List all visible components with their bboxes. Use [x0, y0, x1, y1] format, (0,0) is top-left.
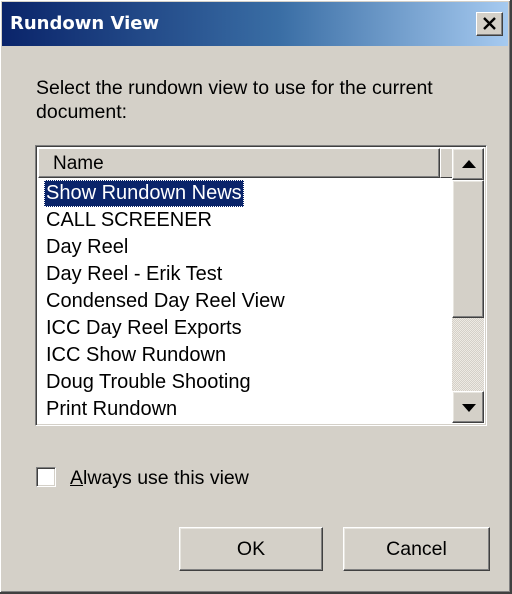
- list-rows: Show Rundown News CALL SCREENER Day Reel Da…: [38, 180, 452, 423]
- list-item[interactable]: ICC Day Reel Exports: [38, 315, 452, 342]
- close-x-icon: [483, 17, 496, 30]
- list-item-label: ICC Day Reel Exports: [46, 317, 242, 339]
- list-item-label: Print Rundown: [46, 398, 178, 420]
- column-header-filler: [440, 148, 452, 178]
- scroll-down-button[interactable]: [452, 391, 484, 423]
- instruction-text: Select the rundown view to use for the c…: [36, 77, 433, 123]
- rundown-view-list[interactable]: Name Show Rundown News CALL SCREENER Day R…: [35, 145, 487, 426]
- cancel-button[interactable]: Cancel: [343, 527, 490, 571]
- list-item-label: Show Rundown News: [44, 180, 244, 207]
- always-use-checkbox[interactable]: [36, 467, 56, 487]
- title-bar[interactable]: Rundown View: [2, 2, 508, 46]
- list-item[interactable]: Day Reel: [38, 234, 452, 261]
- triangle-down-icon: [462, 404, 476, 412]
- list-item-label: Day Reel: [46, 236, 129, 258]
- scroll-up-button[interactable]: [452, 148, 484, 180]
- rundown-view-dialog: Rundown View Select the rundown view to …: [0, 0, 512, 594]
- ok-button[interactable]: OK: [179, 527, 323, 571]
- list-content: Name Show Rundown News CALL SCREENER Day R…: [38, 148, 452, 423]
- list-item[interactable]: Doug Trouble Shooting: [38, 369, 452, 396]
- always-use-label[interactable]: Always use this view: [70, 466, 249, 490]
- list-item-label: CALL SCREENER: [46, 209, 212, 231]
- list-item[interactable]: Day Reel - Erik Test: [38, 261, 452, 288]
- column-header-name[interactable]: Name: [38, 148, 440, 178]
- list-item-label: Doug Trouble Shooting: [46, 371, 251, 393]
- list-item[interactable]: Condensed Day Reel View: [38, 288, 452, 315]
- list-item[interactable]: ICC Show Rundown: [38, 342, 452, 369]
- list-item-label: Day Reel - Erik Test: [46, 263, 223, 285]
- scroll-thumb[interactable]: [452, 180, 484, 318]
- vertical-scrollbar[interactable]: [452, 148, 484, 423]
- column-header-label: Name: [53, 153, 104, 174]
- list-item-label: Condensed Day Reel View: [46, 290, 285, 312]
- list-item-label: ICC Show Rundown: [46, 344, 227, 366]
- triangle-up-icon: [462, 160, 476, 168]
- dialog-title: Rundown View: [10, 13, 160, 34]
- list-item[interactable]: Print Rundown: [38, 396, 452, 423]
- close-button[interactable]: [476, 12, 503, 36]
- list-item[interactable]: CALL SCREENER: [38, 207, 452, 234]
- list-item[interactable]: Show Rundown News: [38, 180, 452, 207]
